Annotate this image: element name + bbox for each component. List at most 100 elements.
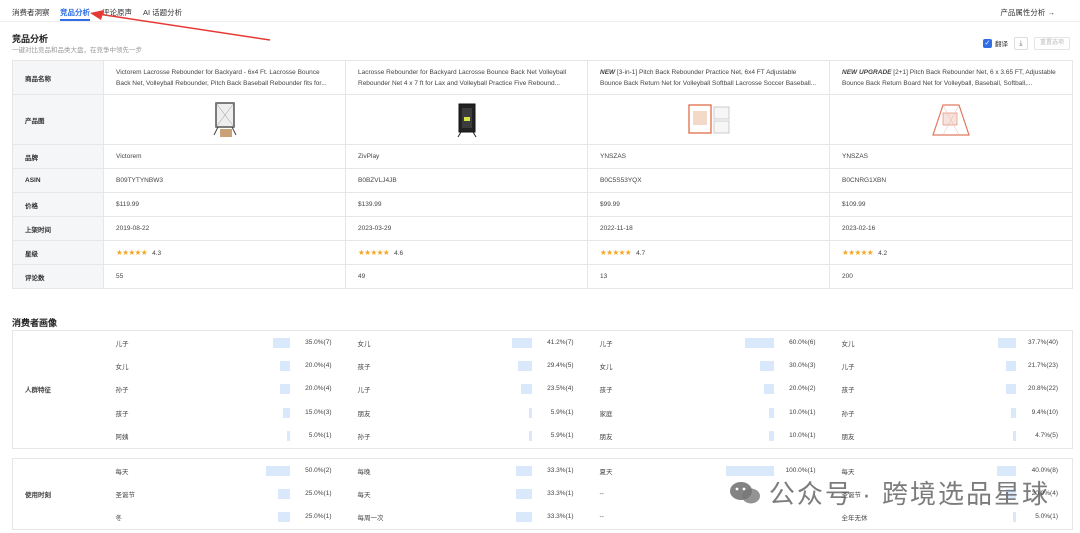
consumer-cell: 阿姨 5.0%(1) [103,424,346,449]
consumer-cell: 孙子 20.0%(4) [104,378,346,402]
percentage-value: 25.0%(1) [305,489,332,497]
consumer-tag-label: 儿子 [841,363,855,371]
percentage-bar-fill [763,384,774,395]
consumer-tag-label: -- [599,513,604,521]
rating-cell-3: ★★★★★ 4.7 [587,240,830,265]
percentage-bar: 37.7%(40) [963,337,1058,348]
product-name-prefix-3: NEW [600,68,616,76]
consumer-tag-label: 圣诞节 [115,491,136,499]
percentage-bar-fill [520,384,532,395]
tab-ai-topic[interactable]: AI 话题分析 [143,7,182,18]
consumer-tag-label: 儿子 [115,340,129,348]
consumer-cell: 儿子 60.0%(6) [587,330,830,354]
percentage-bar: 30.0%(3) [721,360,816,371]
percentage-value: 25.0%(1) [305,513,332,520]
consumer-cell: 每晚 33.3%(1) [345,458,588,482]
percentage-bar-fill [1006,384,1016,395]
translate-toggle[interactable]: ✓ 翻译 [982,38,1008,48]
row-product-name: 商品名称 Victorem Lacrosse Rebounder for Bac… [12,60,1073,95]
rating-value-4: 4.2 [878,250,888,257]
asin-4[interactable]: B0CNRG1XBN [829,168,1073,193]
tab-consumer-insight[interactable]: 消费者洞察 [12,7,50,18]
reviews-4: 200 [829,264,1073,289]
percentage-bar: 25.0%(1) [237,512,332,522]
percentage-value: 21.7%(23) [1028,361,1058,369]
check-icon[interactable]: ✓ [982,38,992,48]
percentage-bar: 5.9%(1) [479,431,574,441]
product-name-text-3: [3-in-1] Pitch Back Rebounder Practice N… [600,68,817,87]
brand-2: ZivPlay [345,144,588,169]
percentage-bar: 20.8%(22) [963,384,1058,395]
row-review-count: 评论数 55 49 13 200 [12,264,1073,289]
rating-value-3: 4.7 [636,250,646,257]
reset-options-button[interactable]: 重置选项 [1033,36,1070,50]
rebounder-image-1[interactable] [212,101,238,139]
price-3: $99.99 [587,192,830,217]
percentage-bar-fill [744,337,774,348]
asin-1[interactable]: B09TYTYNBW3 [103,168,346,193]
brand-3: YNSZAS [587,144,830,169]
product-name-4[interactable]: NEW UPGRADE [2+1] Pitch Back Rebounder N… [829,60,1073,95]
asin-2[interactable]: B0BZVLJ4JB [345,168,588,193]
consumer-tag-label: 女儿 [599,363,613,371]
product-image-cell-4 [829,94,1073,145]
date-3: 2022-11-18 [587,216,830,241]
star-rating-icon: ★★★★★ [358,248,390,257]
percentage-bar-fill [277,512,290,522]
brand-4: YNSZAS [829,144,1073,169]
percentage-bar: 5.0%(1) [963,512,1058,522]
row-rating: 星级 ★★★★★ 4.3 ★★★★★ 4.6 ★★★★★ 4.7 ★★★★★ 4.2 [12,240,1073,265]
rebounder-image-2[interactable] [454,101,480,139]
consumer-cell: 女儿 30.0%(3) [588,354,830,378]
consumer-group-label: 使用时刻 [12,458,104,530]
percentage-bar: 10.0%(1) [721,431,816,441]
consumer-cell: 儿子 23.5%(4) [346,378,588,402]
rebounder-image-4[interactable] [929,101,973,139]
consumer-row: 孙子 20.0%(4) 儿子 23.5%(4) 孩子 20.0%(2) 孩子 20.8%(22… [13,377,1073,402]
product-name-3[interactable]: NEW [3-in-1] Pitch Back Rebounder Practi… [587,60,830,95]
consumer-tag-label: 孙子 [841,410,855,418]
percentage-bar: 4.7%(5) [963,431,1058,441]
product-name-1[interactable]: Victorem Lacrosse Rebounder for Backyard… [103,60,346,95]
percentage-value: 23.5%(4) [547,385,574,393]
consumer-tag-label: 每天 [357,491,371,499]
consumer-cell: 每天 50.0%(2) [103,458,346,482]
consumer-cell: 朋友 10.0%(1) [587,424,830,449]
consumer-row: 阿姨 5.0%(1) 孙子 5.9%(1) 朋友 10.0%(1) 朋友 4.7%(5) [13,424,1073,449]
percentage-value: 9.4%(10) [1031,408,1058,416]
percentage-value: 40.0%(8) [1031,466,1058,474]
consumer-tag-label: 夏天 [599,468,613,476]
percentage-bar: 5.9%(1) [479,407,574,418]
percentage-bar: 20.0%(4) [237,360,332,371]
product-attribute-link[interactable]: 产品属性分析 → [1000,7,1055,18]
consumer-row: 孩子 15.0%(3) 朋友 5.9%(1) 家庭 10.0%(1) 孙子 9.4%(10) [13,401,1073,425]
percentage-value: 15.0%(3) [305,408,332,416]
percentage-value: 50.0%(2) [305,466,332,474]
percentage-bar-fill [1006,360,1016,371]
percentage-bar: 41.2%(7) [479,337,574,348]
date-2: 2023-03-29 [345,216,588,241]
percentage-bar-fill [279,360,290,371]
tab-review-voice[interactable]: 评论原声 [102,7,132,18]
label-product-image: 产品图 [12,94,104,145]
row-brand: 品牌 Victorem ZivPlay YNSZAS YNSZAS [12,144,1073,169]
active-tab-indicator [60,19,90,21]
tab-competitor-analysis[interactable]: 竞品分析 [60,7,90,18]
percentage-bar-fill [265,465,290,476]
percentage-bar-fill [515,465,532,476]
percentage-value: 10.0%(1) [789,408,816,416]
consumer-cell: 孩子 29.4%(5) [346,354,588,378]
comparison-table: 商品名称 Victorem Lacrosse Rebounder for Bac… [12,60,1073,289]
consumer-cell: 每天 33.3%(1) [346,482,588,506]
rebounder-image-3[interactable] [687,101,731,139]
consumer-row: 女儿 20.0%(4) 孩子 29.4%(5) 女儿 30.0%(3) 儿子 21.7%(23… [13,354,1073,378]
product-name-2[interactable]: Lacrosse Rebounder for Backyard Lacrosse… [345,60,588,95]
asin-3[interactable]: B0C5S53YQX [587,168,830,193]
percentage-bar: 9.4%(10) [963,407,1058,418]
page-subtitle: 一键对比竞品和品类大盘，在竞争中领先一步 [12,47,142,54]
rating-value-2: 4.6 [394,250,404,257]
download-button[interactable]: ⤓ [1013,36,1028,50]
label-listing-date: 上架时间 [12,216,104,241]
percentage-bar-fill [1013,431,1016,441]
label-rating: 星级 [12,240,104,265]
